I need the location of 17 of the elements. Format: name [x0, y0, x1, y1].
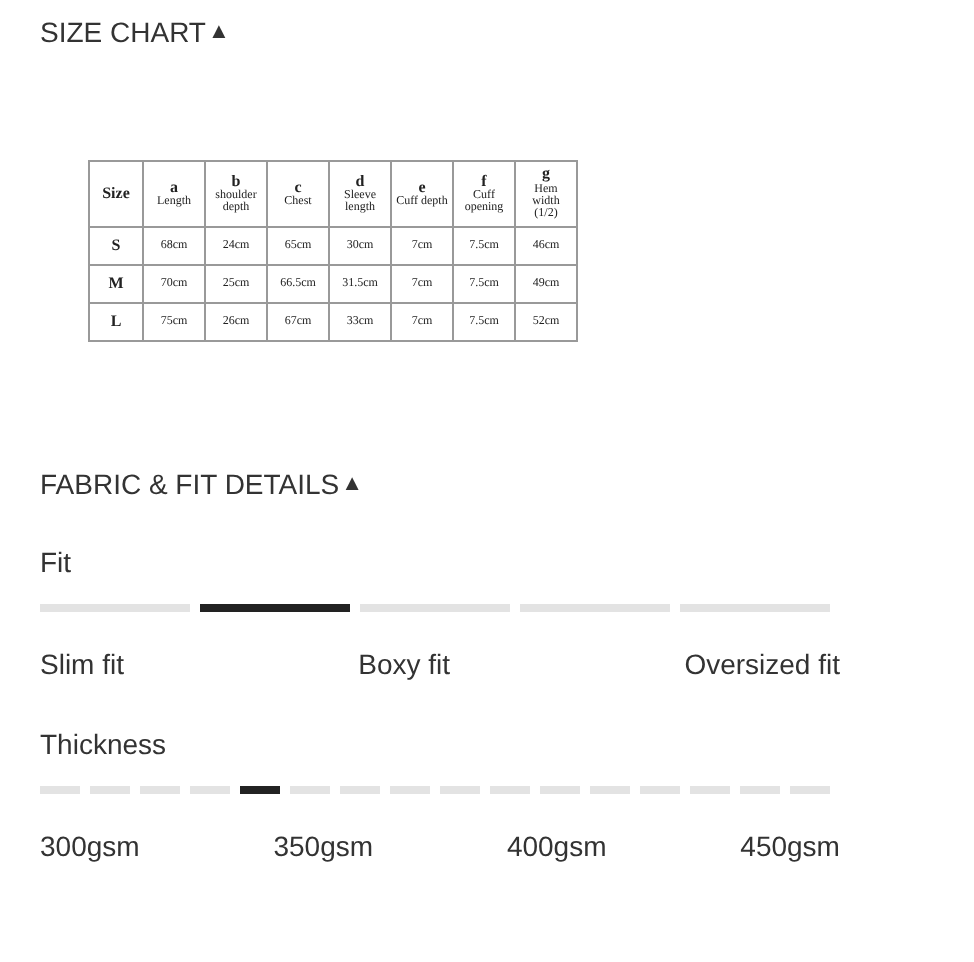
- scale-tick-label: Boxy fit: [358, 648, 451, 680]
- scale-tick-label: 350gsm: [273, 830, 374, 862]
- scale-tick-label: Oversized fit: [684, 648, 840, 680]
- section-title: SIZE CHART: [40, 16, 206, 48]
- scale-tick-label: 300gsm: [40, 830, 140, 862]
- scale-tick-label: 400gsm: [506, 830, 607, 862]
- collapse-toggle[interactable]: ▲: [207, 20, 230, 44]
- section-title: FABRIC & FIT DETAILS: [40, 468, 340, 500]
- table-cell: L: [89, 303, 143, 341]
- table-cell: M: [89, 265, 143, 303]
- column-header: Size: [89, 161, 143, 227]
- scale-label: Fit: [40, 546, 72, 578]
- scale-label: Thickness: [40, 728, 167, 760]
- table-cell: S: [89, 227, 143, 265]
- collapse-toggle[interactable]: ▲: [341, 472, 364, 496]
- scale-tick-label: 450gsm: [740, 830, 840, 862]
- scale-tick-label: Slim fit: [40, 648, 124, 680]
